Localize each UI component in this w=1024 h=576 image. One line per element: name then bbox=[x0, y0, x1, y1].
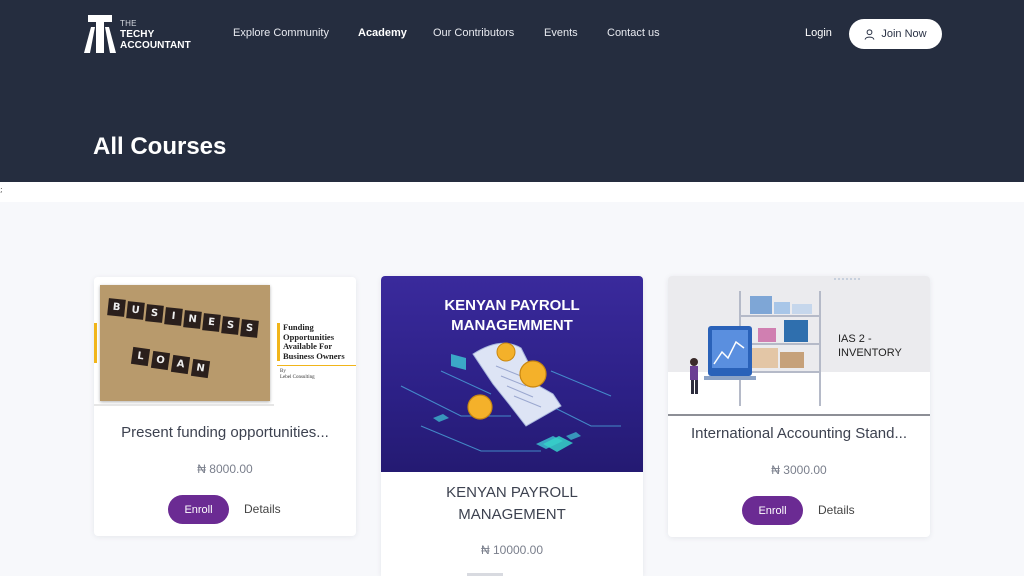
join-now-button[interactable]: Join Now bbox=[849, 19, 942, 49]
tile: E bbox=[202, 313, 221, 332]
nav-explore-community[interactable]: Explore Community bbox=[233, 27, 329, 39]
course-card-ias2-inventory: IAS 2 - INVENTORY International Accounti… bbox=[668, 276, 930, 537]
user-icon bbox=[864, 28, 875, 40]
join-now-label: Join Now bbox=[881, 28, 927, 40]
course-card-funding: B U S I N E S S L O A N Funding Opportun… bbox=[94, 277, 356, 536]
nav-academy[interactable]: Academy bbox=[358, 27, 407, 39]
tile: U bbox=[126, 301, 145, 320]
tile: N bbox=[183, 310, 202, 329]
tile: A bbox=[170, 354, 191, 375]
course-thumbnail[interactable]: KENYAN PAYROLL MANAGEMMENT bbox=[381, 276, 643, 472]
course-thumbnail[interactable]: B U S I N E S S L O A N Funding Opportun… bbox=[94, 277, 356, 409]
image-bottom-line bbox=[668, 414, 930, 416]
tile: I bbox=[164, 307, 183, 326]
course-price: ₦ 3000.00 bbox=[771, 463, 827, 477]
nav-contact-us[interactable]: Contact us bbox=[607, 27, 660, 39]
details-link[interactable]: Details bbox=[244, 502, 281, 516]
byline: By Lebel Consulting bbox=[280, 369, 315, 381]
nav-our-contributors[interactable]: Our Contributors bbox=[433, 27, 514, 39]
tile: L bbox=[130, 346, 151, 367]
tile: S bbox=[145, 304, 164, 323]
divider-band bbox=[0, 182, 1024, 202]
tile: N bbox=[190, 358, 211, 379]
page-title: All Courses bbox=[93, 133, 227, 160]
course-title[interactable]: KENYAN PAYROLL MANAGEMENT bbox=[381, 482, 643, 526]
accent-bar bbox=[94, 323, 97, 363]
ias2-label-line-2: INVENTORY bbox=[838, 347, 902, 359]
enroll-button[interactable]: Enroll bbox=[742, 496, 803, 525]
tile: S bbox=[221, 316, 240, 335]
funding-side-text: Funding Opportunities Available For Busi… bbox=[277, 322, 356, 361]
course-price: ₦ 10000.00 bbox=[480, 543, 544, 557]
enroll-button[interactable]: Enroll bbox=[168, 495, 229, 524]
course-price: ₦ 8000.00 bbox=[197, 462, 253, 476]
stray-mark: ; bbox=[0, 185, 3, 194]
login-link[interactable]: Login bbox=[805, 27, 832, 39]
business-loan-photo: B U S I N E S S L O A N bbox=[100, 285, 270, 401]
details-link[interactable]: Details bbox=[818, 503, 855, 517]
course-title[interactable]: International Accounting Stand... bbox=[668, 425, 930, 442]
course-thumbnail[interactable]: IAS 2 - INVENTORY bbox=[668, 276, 930, 416]
ias2-label: IAS 2 - INVENTORY bbox=[838, 332, 902, 360]
accent-rule bbox=[277, 365, 356, 366]
ias2-label-line-1: IAS 2 - bbox=[838, 333, 872, 345]
payroll-illustration bbox=[400, 342, 621, 452]
course-card-kenyan-payroll: KENYAN PAYROLL MANAGEMMENT KENYAN PAYROL… bbox=[381, 276, 643, 576]
nav-events[interactable]: Events bbox=[544, 27, 578, 39]
course-title[interactable]: Present funding opportunities... bbox=[94, 424, 356, 441]
tile: S bbox=[240, 319, 259, 338]
tile: B bbox=[107, 298, 126, 317]
shadow-line bbox=[94, 404, 274, 406]
tile: O bbox=[150, 350, 171, 371]
byline-name: Lebel Consulting bbox=[280, 375, 315, 380]
hero-header: THE TECHY ACCOUNTANT Explore Community A… bbox=[0, 0, 1024, 182]
